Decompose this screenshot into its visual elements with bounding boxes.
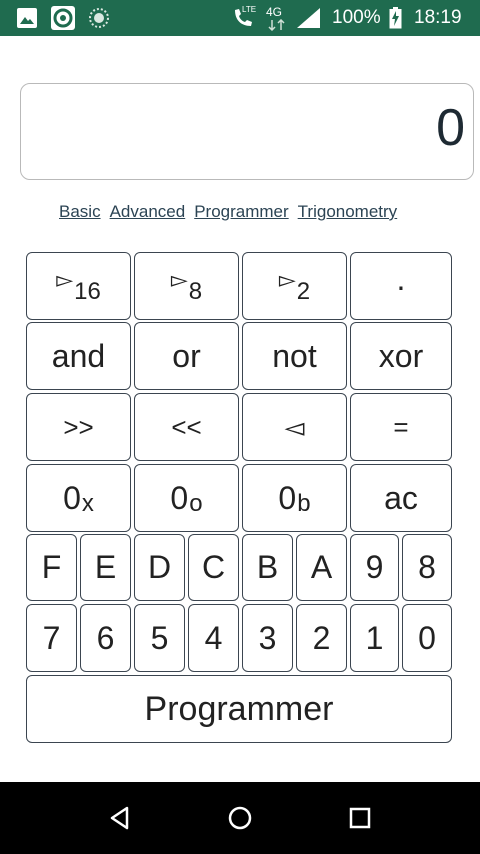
display-value: 0 (436, 99, 465, 157)
backspace-icon: ◅ (284, 411, 305, 442)
digit-f-button[interactable]: F (26, 534, 77, 601)
xor-button[interactable]: xor (350, 322, 452, 390)
equals-button[interactable]: = (350, 393, 452, 461)
digit-9-button[interactable]: 9 (350, 534, 399, 601)
digit-7-button[interactable]: 7 (26, 604, 77, 672)
image-notification-icon (17, 8, 37, 28)
digit-6-button[interactable]: 6 (80, 604, 131, 672)
digit-4-button[interactable]: 4 (188, 604, 239, 672)
digit-8-button[interactable]: 8 (402, 534, 452, 601)
status-bar: LTE 4G 100% 18:19 (0, 0, 480, 36)
signal-icon (297, 8, 320, 28)
digit-3-button[interactable]: 3 (242, 604, 293, 672)
digit-a-button[interactable]: A (296, 534, 347, 601)
result-display: 0 (20, 83, 474, 180)
digit-0-button[interactable]: 0 (402, 604, 452, 672)
convert-hex-button[interactable]: ▻ 16 (26, 252, 131, 320)
prefix-hex-button[interactable]: 0x (26, 464, 131, 532)
prefix-bin-button[interactable]: 0b (242, 464, 347, 532)
shift-right-button[interactable]: >> (26, 393, 131, 461)
back-icon[interactable] (105, 803, 135, 833)
all-clear-button[interactable]: ac (350, 464, 452, 532)
backspace-button[interactable]: ◅ (242, 393, 347, 461)
convert-oct-button[interactable]: ▻ 8 (134, 252, 239, 320)
battery-charging-icon (389, 7, 402, 29)
home-icon[interactable] (225, 803, 255, 833)
digit-b-button[interactable]: B (242, 534, 293, 601)
prefix-oct-button[interactable]: 0o (134, 464, 239, 532)
mode-switch-button[interactable]: Programmer (26, 675, 452, 743)
and-button[interactable]: and (26, 322, 131, 390)
digit-d-button[interactable]: D (134, 534, 185, 601)
data-arrows-icon (268, 19, 285, 31)
digit-e-button[interactable]: E (80, 534, 131, 601)
mode-link-basic[interactable]: Basic (59, 202, 101, 221)
radio-notification-icon (51, 6, 75, 30)
battery-percent: 100% (332, 7, 381, 28)
clock: 18:19 (414, 7, 462, 28)
sync-notification-icon (89, 8, 109, 28)
navigation-bar (0, 782, 480, 854)
digit-c-button[interactable]: C (188, 534, 239, 601)
not-button[interactable]: not (242, 322, 347, 390)
convert-bin-button[interactable]: ▻ 2 (242, 252, 347, 320)
recents-icon[interactable] (345, 803, 375, 833)
digit-2-button[interactable]: 2 (296, 604, 347, 672)
mode-link-advanced[interactable]: Advanced (110, 202, 186, 221)
dot-button[interactable]: · (350, 252, 452, 320)
shift-left-button[interactable]: << (134, 393, 239, 461)
mode-link-trigonometry[interactable]: Trigonometry (298, 202, 398, 221)
lte-label: LTE (242, 5, 257, 14)
network-type: 4G (266, 5, 283, 19)
mode-link-programmer[interactable]: Programmer (194, 202, 288, 221)
digit-1-button[interactable]: 1 (350, 604, 399, 672)
or-button[interactable]: or (134, 322, 239, 390)
digit-5-button[interactable]: 5 (134, 604, 185, 672)
mode-links: Basic Advanced Programmer Trigonometry (59, 202, 406, 222)
